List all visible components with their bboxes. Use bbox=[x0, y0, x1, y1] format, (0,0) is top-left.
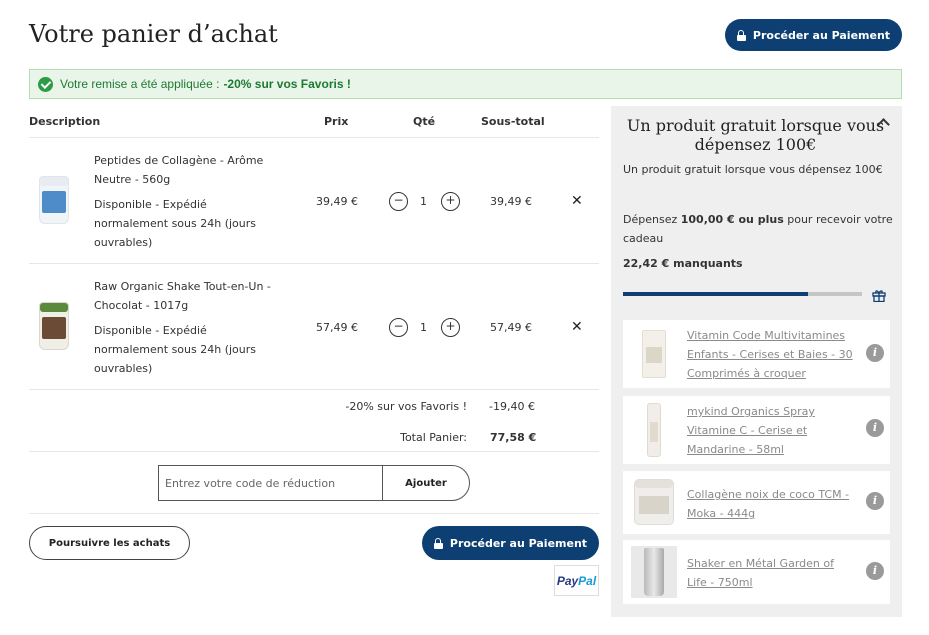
page-title: Votre panier d’achat bbox=[29, 20, 278, 48]
continue-shopping-button[interactable]: Poursuivre les achats bbox=[29, 526, 190, 560]
gift-link[interactable]: Shaker en Métal Garden of Life - 750ml bbox=[687, 554, 857, 592]
divider bbox=[29, 389, 599, 390]
product-name[interactable]: Raw Organic Shake Tout-en-Un - Chocolat … bbox=[94, 277, 284, 315]
free-gift-subtitle: Un produit gratuit lorsque vous dépensez… bbox=[623, 163, 883, 176]
gift-card: Collagène noix de coco TCM - Moka - 444g… bbox=[623, 471, 890, 534]
header-price: Prix bbox=[324, 115, 349, 128]
checkout-button-label: Procéder au Paiement bbox=[752, 28, 891, 42]
paypal-logo-part2: Pal bbox=[578, 573, 597, 588]
discount-applied-banner: Votre remise a été appliquée : -20% sur … bbox=[29, 69, 902, 99]
product-stock-status: Disponible - Expédié normalement sous 24… bbox=[94, 198, 257, 249]
gift-icon bbox=[872, 290, 886, 302]
info-icon[interactable]: i bbox=[866, 562, 884, 580]
coupon-code-input[interactable] bbox=[158, 465, 383, 501]
product-price: 57,49 € bbox=[316, 321, 358, 334]
lock-icon bbox=[736, 29, 746, 41]
info-threshold: 100,00 € ou plus bbox=[680, 213, 784, 226]
gift-image[interactable] bbox=[631, 329, 677, 379]
gift-image[interactable] bbox=[631, 546, 677, 598]
header-subtotal: Sous-total bbox=[481, 115, 545, 128]
qty-decrease-button[interactable]: − bbox=[389, 318, 408, 337]
banner-bold-text: -20% sur vos Favoris ! bbox=[223, 77, 351, 91]
free-gift-progress-bar bbox=[623, 292, 862, 296]
free-gift-info: Dépensez 100,00 € ou plus pour recevoir … bbox=[623, 210, 893, 248]
remove-item-icon[interactable]: ✕ bbox=[571, 193, 583, 209]
checkout-button-top[interactable]: Procéder au Paiement bbox=[725, 19, 902, 51]
gift-card: mykind Organics Spray Vitamine C - Ceris… bbox=[623, 396, 890, 464]
banner-text: Votre remise a été appliquée : bbox=[60, 77, 220, 91]
product-subtotal: 39,49 € bbox=[490, 195, 532, 208]
gift-image[interactable] bbox=[631, 477, 677, 527]
product-image[interactable] bbox=[37, 302, 71, 350]
checkout-button-label: Procéder au Paiement bbox=[449, 536, 588, 550]
product-stock-status: Disponible - Expédié normalement sous 24… bbox=[94, 324, 257, 375]
qty-increase-button[interactable]: + bbox=[441, 192, 460, 211]
divider bbox=[29, 451, 599, 452]
divider bbox=[29, 263, 599, 264]
gift-image[interactable] bbox=[631, 402, 677, 458]
info-prefix: Dépensez bbox=[623, 213, 681, 226]
info-icon[interactable]: i bbox=[866, 492, 884, 510]
info-icon[interactable]: i bbox=[866, 344, 884, 362]
header-description: Description bbox=[29, 115, 101, 128]
discount-label: -20% sur vos Favoris ! bbox=[345, 400, 467, 413]
free-gift-panel: Un produit gratuit lorsque vous dépensez… bbox=[611, 106, 902, 617]
checkout-button-bottom[interactable]: Procéder au Paiement bbox=[422, 526, 599, 560]
divider bbox=[29, 513, 599, 514]
product-price: 39,49 € bbox=[316, 195, 358, 208]
discount-value: -19,40 € bbox=[489, 400, 535, 413]
gift-link[interactable]: mykind Organics Spray Vitamine C - Ceris… bbox=[687, 402, 857, 459]
qty-decrease-button[interactable]: − bbox=[389, 192, 408, 211]
gift-card: Vitamin Code Multivitamines Enfants - Ce… bbox=[623, 320, 890, 388]
gift-card: Shaker en Métal Garden of Life - 750ml i bbox=[623, 540, 890, 604]
gift-link[interactable]: Vitamin Code Multivitamines Enfants - Ce… bbox=[687, 326, 857, 383]
remove-item-icon[interactable]: ✕ bbox=[571, 319, 583, 335]
amount-missing: 22,42 € manquants bbox=[623, 257, 743, 270]
gift-link[interactable]: Collagène noix de coco TCM - Moka - 444g bbox=[687, 485, 857, 523]
check-circle-icon bbox=[38, 76, 53, 92]
info-icon[interactable]: i bbox=[866, 419, 884, 437]
product-subtotal: 57,49 € bbox=[490, 321, 532, 334]
progress-fill bbox=[623, 292, 809, 296]
qty-value: 1 bbox=[420, 195, 427, 208]
total-value: 77,58 € bbox=[490, 431, 537, 444]
paypal-button[interactable]: Pay Pal bbox=[554, 565, 599, 596]
divider bbox=[29, 137, 599, 138]
product-image[interactable] bbox=[37, 176, 71, 224]
product-name[interactable]: Peptides de Collagène - Arôme Neutre - 5… bbox=[94, 151, 284, 189]
paypal-logo-part1: Pay bbox=[556, 573, 579, 588]
header-qty: Qté bbox=[413, 115, 436, 128]
qty-increase-button[interactable]: + bbox=[441, 318, 460, 337]
free-gift-title: Un produit gratuit lorsque vous dépensez… bbox=[626, 116, 885, 154]
apply-coupon-button[interactable]: Ajouter bbox=[382, 465, 470, 501]
total-label: Total Panier: bbox=[400, 431, 467, 444]
lock-icon bbox=[433, 537, 443, 549]
qty-value: 1 bbox=[420, 321, 427, 334]
